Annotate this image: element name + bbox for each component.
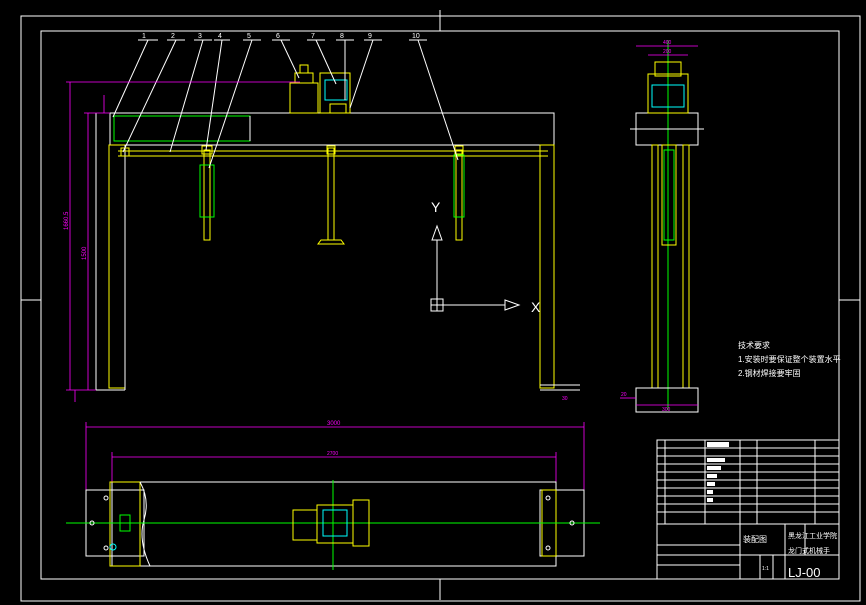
- leader-lines: [112, 39, 459, 169]
- cad-drawing: 1 2 3 4 5 6 7 8 9 10 1660.5 1500 Y X 400…: [20, 10, 861, 602]
- ucs-axis: [430, 224, 521, 312]
- title-product: 龙门式机械手: [788, 546, 830, 555]
- top-view: [66, 422, 600, 570]
- part-number-3: 3: [198, 33, 202, 40]
- dim-height-inner: 1500: [82, 246, 88, 260]
- title-block: [656, 439, 840, 580]
- title-drawing-no: LJ-00: [788, 565, 821, 580]
- part-number-4: 4: [218, 33, 222, 40]
- part-number-9: 9: [368, 33, 372, 40]
- dim-side-200: 200: [663, 49, 672, 55]
- part-number-7: 7: [311, 33, 315, 40]
- side-view: [620, 40, 704, 413]
- dim-side-400: 400: [663, 40, 672, 46]
- part-number-5: 5: [247, 33, 251, 40]
- outer-border: [20, 15, 861, 602]
- notes-line-2: 2.钢材焊接要牢固: [738, 368, 801, 378]
- axis-label-y: Y: [431, 199, 441, 215]
- title-scale: 1:1: [762, 566, 769, 572]
- part-number-10: 10: [412, 33, 420, 40]
- title-school: 黑龙江工业学院: [788, 531, 837, 540]
- dim-height-total: 1660.5: [64, 211, 70, 230]
- part-number-1: 1: [142, 33, 146, 40]
- title-drawing-name: 装配图: [743, 534, 767, 544]
- dim-front-30: 30: [562, 396, 568, 402]
- part-number-6: 6: [276, 33, 280, 40]
- notes-line-1: 1.安装时要保证整个装置水平: [738, 354, 841, 364]
- dim-side-width: 300: [662, 407, 671, 413]
- part-number-2: 2: [171, 33, 175, 40]
- dim-width-inner: 2700: [327, 451, 338, 457]
- dim-width-total: 3000: [327, 421, 341, 427]
- notes-title: 技术要求: [738, 340, 770, 350]
- axis-label-x: X: [531, 299, 541, 315]
- dim-side-20: 20: [621, 392, 627, 398]
- front-view: [95, 64, 580, 391]
- front-dimensions: [66, 81, 300, 402]
- part-number-8: 8: [340, 33, 344, 40]
